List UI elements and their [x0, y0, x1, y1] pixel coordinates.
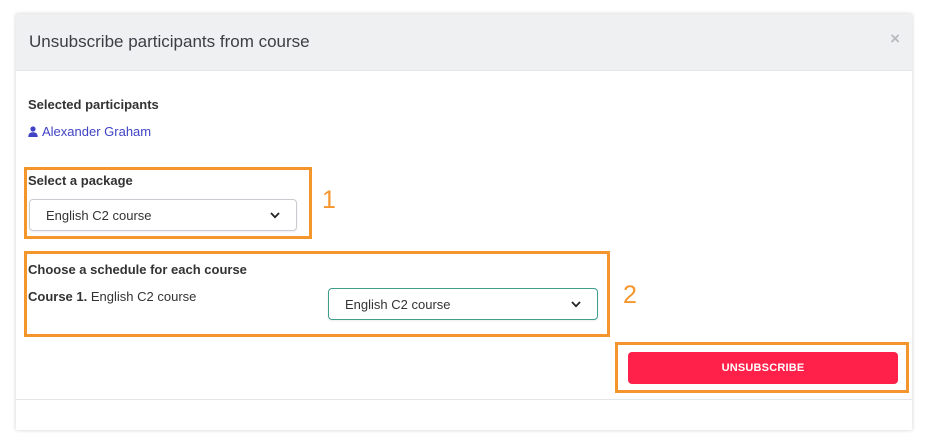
selected-participants-label: Selected participants — [28, 97, 159, 112]
highlight-box-schedule — [24, 251, 610, 337]
close-icon[interactable]: × — [890, 30, 900, 47]
participant-link[interactable]: Alexander Graham — [28, 124, 151, 139]
participant-name: Alexander Graham — [42, 124, 152, 139]
footer-divider — [16, 399, 912, 400]
highlight-box-unsubscribe — [615, 342, 909, 393]
modal-header: Unsubscribe participants from course × — [16, 14, 912, 71]
user-icon — [28, 126, 38, 137]
callout-1: 1 — [322, 186, 336, 214]
callout-2: 2 — [623, 281, 637, 309]
modal-title: Unsubscribe participants from course — [29, 32, 310, 51]
highlight-box-package — [24, 167, 312, 239]
